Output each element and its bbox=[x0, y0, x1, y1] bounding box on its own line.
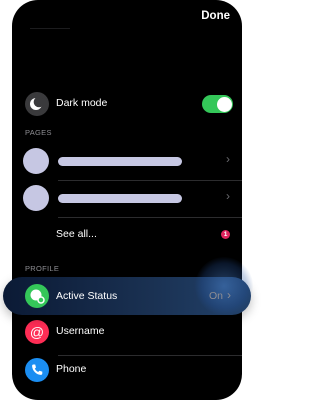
touch-indicator bbox=[195, 257, 253, 315]
active-status-icon bbox=[25, 284, 49, 308]
page-row[interactable]: › bbox=[12, 148, 242, 174]
divider bbox=[58, 180, 242, 181]
pages-section-title: PAGES bbox=[25, 128, 52, 137]
phone-row[interactable]: Phone bbox=[12, 358, 242, 382]
username-label: Username bbox=[56, 325, 105, 337]
phone-label: Phone bbox=[56, 363, 87, 375]
active-status-label: Active Status bbox=[56, 290, 118, 302]
settings-screen: Done Dark mode PAGES › › See all... 1 PR… bbox=[12, 0, 242, 400]
page-avatar bbox=[23, 148, 49, 174]
page-row[interactable]: › bbox=[12, 185, 242, 211]
at-icon: @ bbox=[25, 320, 49, 344]
divider bbox=[58, 355, 242, 356]
moon-icon bbox=[25, 92, 49, 116]
chevron-right-icon: › bbox=[227, 288, 231, 302]
active-status-value: On bbox=[209, 290, 224, 302]
chevron-right-icon: › bbox=[226, 152, 230, 166]
see-all-label: See all... bbox=[56, 228, 97, 240]
divider bbox=[58, 217, 242, 218]
phone-icon bbox=[25, 358, 49, 382]
page-name-placeholder bbox=[58, 194, 182, 203]
page-name-placeholder bbox=[58, 157, 182, 166]
toggle-knob bbox=[216, 96, 232, 112]
see-all-row[interactable]: See all... 1 bbox=[12, 226, 242, 244]
dark-mode-toggle[interactable] bbox=[202, 95, 233, 113]
dark-mode-row[interactable]: Dark mode bbox=[12, 92, 242, 116]
profile-section-title: PROFILE bbox=[25, 264, 60, 273]
divider bbox=[30, 28, 70, 29]
dark-mode-label: Dark mode bbox=[56, 97, 108, 109]
chevron-right-icon: › bbox=[226, 189, 230, 203]
page-avatar bbox=[23, 185, 49, 211]
username-row[interactable]: @ Username bbox=[12, 320, 242, 344]
done-button[interactable]: Done bbox=[201, 10, 230, 22]
notification-badge: 1 bbox=[221, 230, 230, 239]
